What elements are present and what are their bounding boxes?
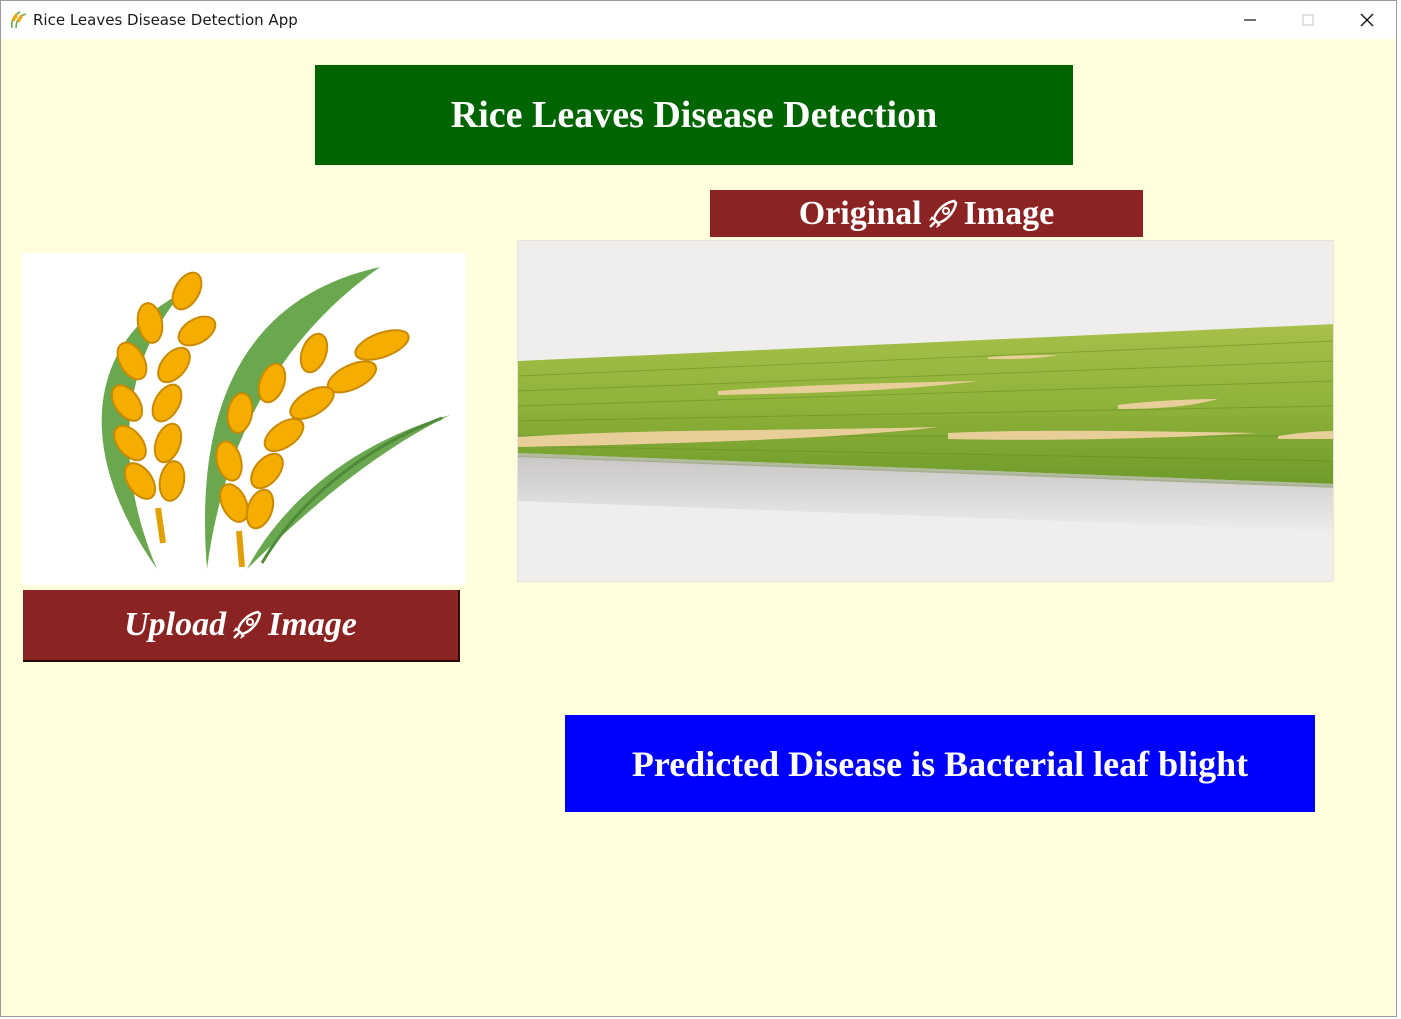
rocket-icon [233, 610, 262, 639]
close-icon [1360, 13, 1374, 27]
rice-plant-icon [11, 11, 27, 29]
close-button[interactable] [1344, 1, 1390, 39]
rice-logo-icon [101, 267, 450, 569]
rocket-icon [928, 199, 957, 228]
window-title: Rice Leaves Disease Detection App [33, 11, 298, 29]
prediction-result: Predicted Disease is Bacterial leaf blig… [565, 715, 1315, 812]
rice-logo-image [22, 253, 466, 585]
original-leaf-image [517, 240, 1334, 582]
upload-image-button[interactable]: Upload Image [23, 590, 460, 662]
app-heading: Rice Leaves Disease Detection [315, 65, 1073, 165]
minimize-icon [1244, 19, 1256, 21]
minimize-button[interactable] [1227, 1, 1273, 39]
upload-label-after: Image [268, 606, 357, 643]
original-label-after: Image [963, 194, 1055, 232]
leaf-photo [518, 241, 1333, 581]
maximize-button[interactable] [1285, 1, 1331, 39]
original-label-before: Original [798, 194, 922, 232]
upload-label-before: Upload [124, 606, 227, 643]
title-bar: Rice Leaves Disease Detection App [1, 1, 1396, 39]
original-image-label: Original Image [710, 190, 1143, 237]
app-window: Rice Leaves Disease Detection App Rice L… [0, 0, 1397, 1017]
maximize-icon [1302, 14, 1314, 26]
